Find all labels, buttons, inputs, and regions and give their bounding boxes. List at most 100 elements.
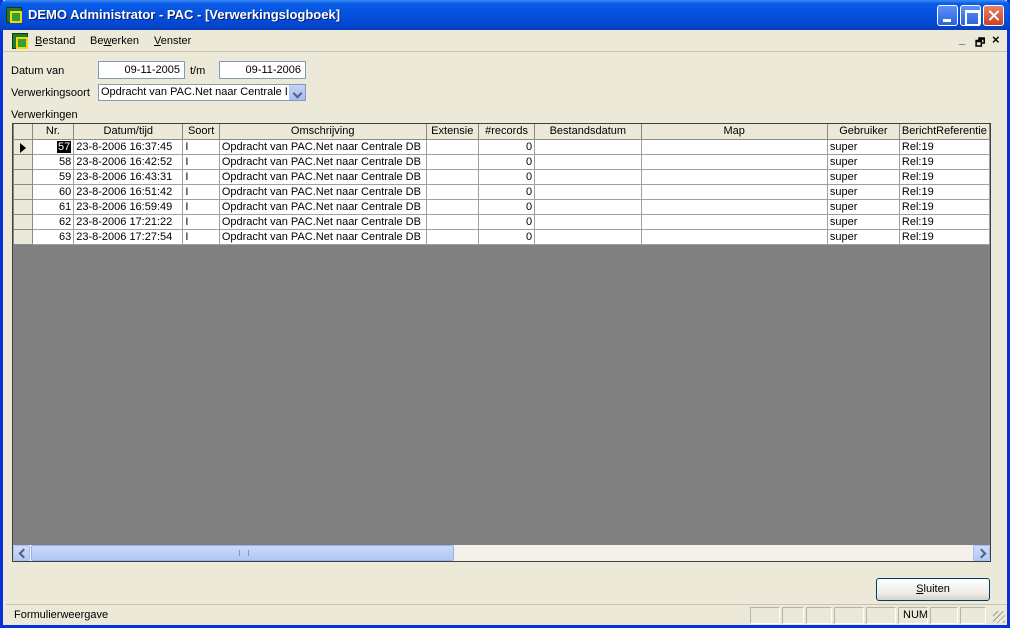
cell-soort[interactable]: I — [182, 168, 220, 185]
table-row[interactable]: 62 23-8-2006 17:21:22 I Opdracht van PAC.Ne… — [13, 213, 990, 230]
cell-datum[interactable]: 23-8-2006 16:42:52 — [73, 153, 184, 170]
cell-gebruiker[interactable]: super — [826, 153, 900, 170]
cell-nr[interactable]: 61 — [31, 198, 75, 215]
col-header-gebruiker[interactable]: Gebruiker — [826, 124, 900, 140]
table-row[interactable]: 61 23-8-2006 16:59:49 I Opdracht van PAC.Ne… — [13, 198, 990, 215]
cell-soort[interactable]: I — [182, 213, 220, 230]
mdi-restore-icon[interactable]: 🗗 — [975, 34, 985, 53]
datum-tm-input[interactable]: 09-11-2006 — [219, 61, 306, 79]
cell-bericht-referentie[interactable]: Rel:19 — [898, 168, 990, 185]
cell-extensie[interactable] — [425, 168, 480, 185]
cell-bestandsdatum[interactable] — [534, 198, 642, 215]
app-icon[interactable] — [6, 7, 22, 23]
combo-arrow-icon[interactable] — [289, 85, 305, 100]
cell-extensie[interactable] — [425, 198, 480, 215]
cell-datum[interactable]: 23-8-2006 16:59:49 — [73, 198, 184, 215]
datum-van-input[interactable]: 09-11-2005 — [98, 61, 185, 79]
minimize-icon[interactable] — [937, 5, 958, 26]
cell-gebruiker[interactable]: super — [826, 198, 900, 215]
cell-omschrijving[interactable]: Opdracht van PAC.Net naar Centrale DB — [218, 153, 427, 170]
cell-soort[interactable]: I — [182, 228, 220, 245]
maximize-icon[interactable] — [960, 5, 981, 26]
cell-omschrijving[interactable]: Opdracht van PAC.Net naar Centrale DB — [218, 228, 427, 245]
table-row[interactable]: 57 23-8-2006 16:37:45 I Opdracht van PAC.Ne… — [13, 138, 990, 155]
row-selector[interactable] — [13, 213, 33, 230]
menu-bestand[interactable]: Bestand — [35, 35, 75, 47]
cell-gebruiker[interactable]: super — [826, 183, 900, 200]
cell-gebruiker[interactable]: super — [826, 138, 900, 155]
cell-bestandsdatum[interactable] — [534, 183, 642, 200]
cell-records[interactable]: 0 — [477, 153, 536, 170]
cell-records[interactable]: 0 — [477, 198, 536, 215]
cell-bestandsdatum[interactable] — [534, 138, 642, 155]
cell-map[interactable] — [640, 153, 828, 170]
horizontal-scrollbar[interactable] — [13, 545, 990, 561]
cell-nr[interactable]: 58 — [31, 153, 75, 170]
row-selector[interactable] — [13, 168, 33, 185]
col-header-records[interactable]: #records — [477, 124, 536, 140]
cell-gebruiker[interactable]: super — [826, 168, 900, 185]
col-header-bericht-referentie[interactable]: BerichtReferentie — [898, 124, 990, 140]
cell-omschrijving[interactable]: Opdracht van PAC.Net naar Centrale DB — [218, 183, 427, 200]
cell-gebruiker[interactable]: super — [826, 213, 900, 230]
cell-bestandsdatum[interactable] — [534, 228, 642, 245]
cell-soort[interactable]: I — [182, 183, 220, 200]
cell-records[interactable]: 0 — [477, 168, 536, 185]
cell-bericht-referentie[interactable]: Rel:19 — [898, 153, 990, 170]
cell-soort[interactable]: I — [182, 138, 220, 155]
mdi-minimize-icon[interactable]: _ — [959, 34, 965, 46]
cell-extensie[interactable] — [425, 213, 480, 230]
cell-omschrijving[interactable]: Opdracht van PAC.Net naar Centrale DB — [218, 198, 427, 215]
cell-datum[interactable]: 23-8-2006 16:43:31 — [73, 168, 184, 185]
cell-nr[interactable]: 59 — [31, 168, 75, 185]
cell-omschrijving[interactable]: Opdracht van PAC.Net naar Centrale DB — [218, 168, 427, 185]
cell-nr[interactable]: 57 — [31, 138, 75, 155]
menu-venster[interactable]: Venster — [154, 35, 191, 47]
cell-gebruiker[interactable]: super — [826, 228, 900, 245]
cell-map[interactable] — [640, 228, 828, 245]
cell-nr[interactable]: 62 — [31, 213, 75, 230]
menu-bewerken[interactable]: Bewerken — [90, 35, 139, 47]
row-selector-header[interactable] — [13, 124, 33, 140]
cell-records[interactable]: 0 — [477, 228, 536, 245]
cell-extensie[interactable] — [425, 138, 480, 155]
col-header-soort[interactable]: Soort — [182, 124, 220, 140]
table-row[interactable]: 63 23-8-2006 17:27:54 I Opdracht van PAC.Ne… — [13, 228, 990, 245]
cell-map[interactable] — [640, 138, 828, 155]
close-icon[interactable] — [983, 5, 1004, 26]
cell-map[interactable] — [640, 198, 828, 215]
row-selector[interactable] — [13, 138, 33, 155]
cell-datum[interactable]: 23-8-2006 16:51:42 — [73, 183, 184, 200]
cell-map[interactable] — [640, 213, 828, 230]
cell-soort[interactable]: I — [182, 198, 220, 215]
row-selector[interactable] — [13, 228, 33, 245]
cell-extensie[interactable] — [425, 228, 480, 245]
verwerkingen-grid[interactable]: Nr. Datum/tijd Soort Omschrijving Extens… — [12, 123, 991, 562]
cell-map[interactable] — [640, 183, 828, 200]
cell-bericht-referentie[interactable]: Rel:19 — [898, 198, 990, 215]
scroll-right-icon[interactable] — [973, 545, 990, 561]
col-header-datum[interactable]: Datum/tijd — [73, 124, 184, 140]
cell-extensie[interactable] — [425, 153, 480, 170]
cell-extensie[interactable] — [425, 183, 480, 200]
col-header-bestandsdatum[interactable]: Bestandsdatum — [534, 124, 642, 140]
cell-map[interactable] — [640, 168, 828, 185]
col-header-extensie[interactable]: Extensie — [425, 124, 480, 140]
row-selector[interactable] — [13, 198, 33, 215]
cell-bestandsdatum[interactable] — [534, 168, 642, 185]
cell-records[interactable]: 0 — [477, 213, 536, 230]
cell-records[interactable]: 0 — [477, 138, 536, 155]
cell-bericht-referentie[interactable]: Rel:19 — [898, 228, 990, 245]
cell-soort[interactable]: I — [182, 153, 220, 170]
cell-datum[interactable]: 23-8-2006 17:27:54 — [73, 228, 184, 245]
verwerkingsoort-select[interactable]: Opdracht van PAC.Net naar Centrale DB — [98, 84, 306, 101]
sluiten-button[interactable]: Sluiten — [876, 578, 990, 601]
cell-omschrijving[interactable]: Opdracht van PAC.Net naar Centrale DB — [218, 138, 427, 155]
col-header-map[interactable]: Map — [640, 124, 828, 140]
scroll-left-icon[interactable] — [13, 545, 30, 561]
cell-records[interactable]: 0 — [477, 183, 536, 200]
cell-bericht-referentie[interactable]: Rel:19 — [898, 138, 990, 155]
cell-bestandsdatum[interactable] — [534, 153, 642, 170]
cell-omschrijving[interactable]: Opdracht van PAC.Net naar Centrale DB — [218, 213, 427, 230]
cell-bericht-referentie[interactable]: Rel:19 — [898, 213, 990, 230]
